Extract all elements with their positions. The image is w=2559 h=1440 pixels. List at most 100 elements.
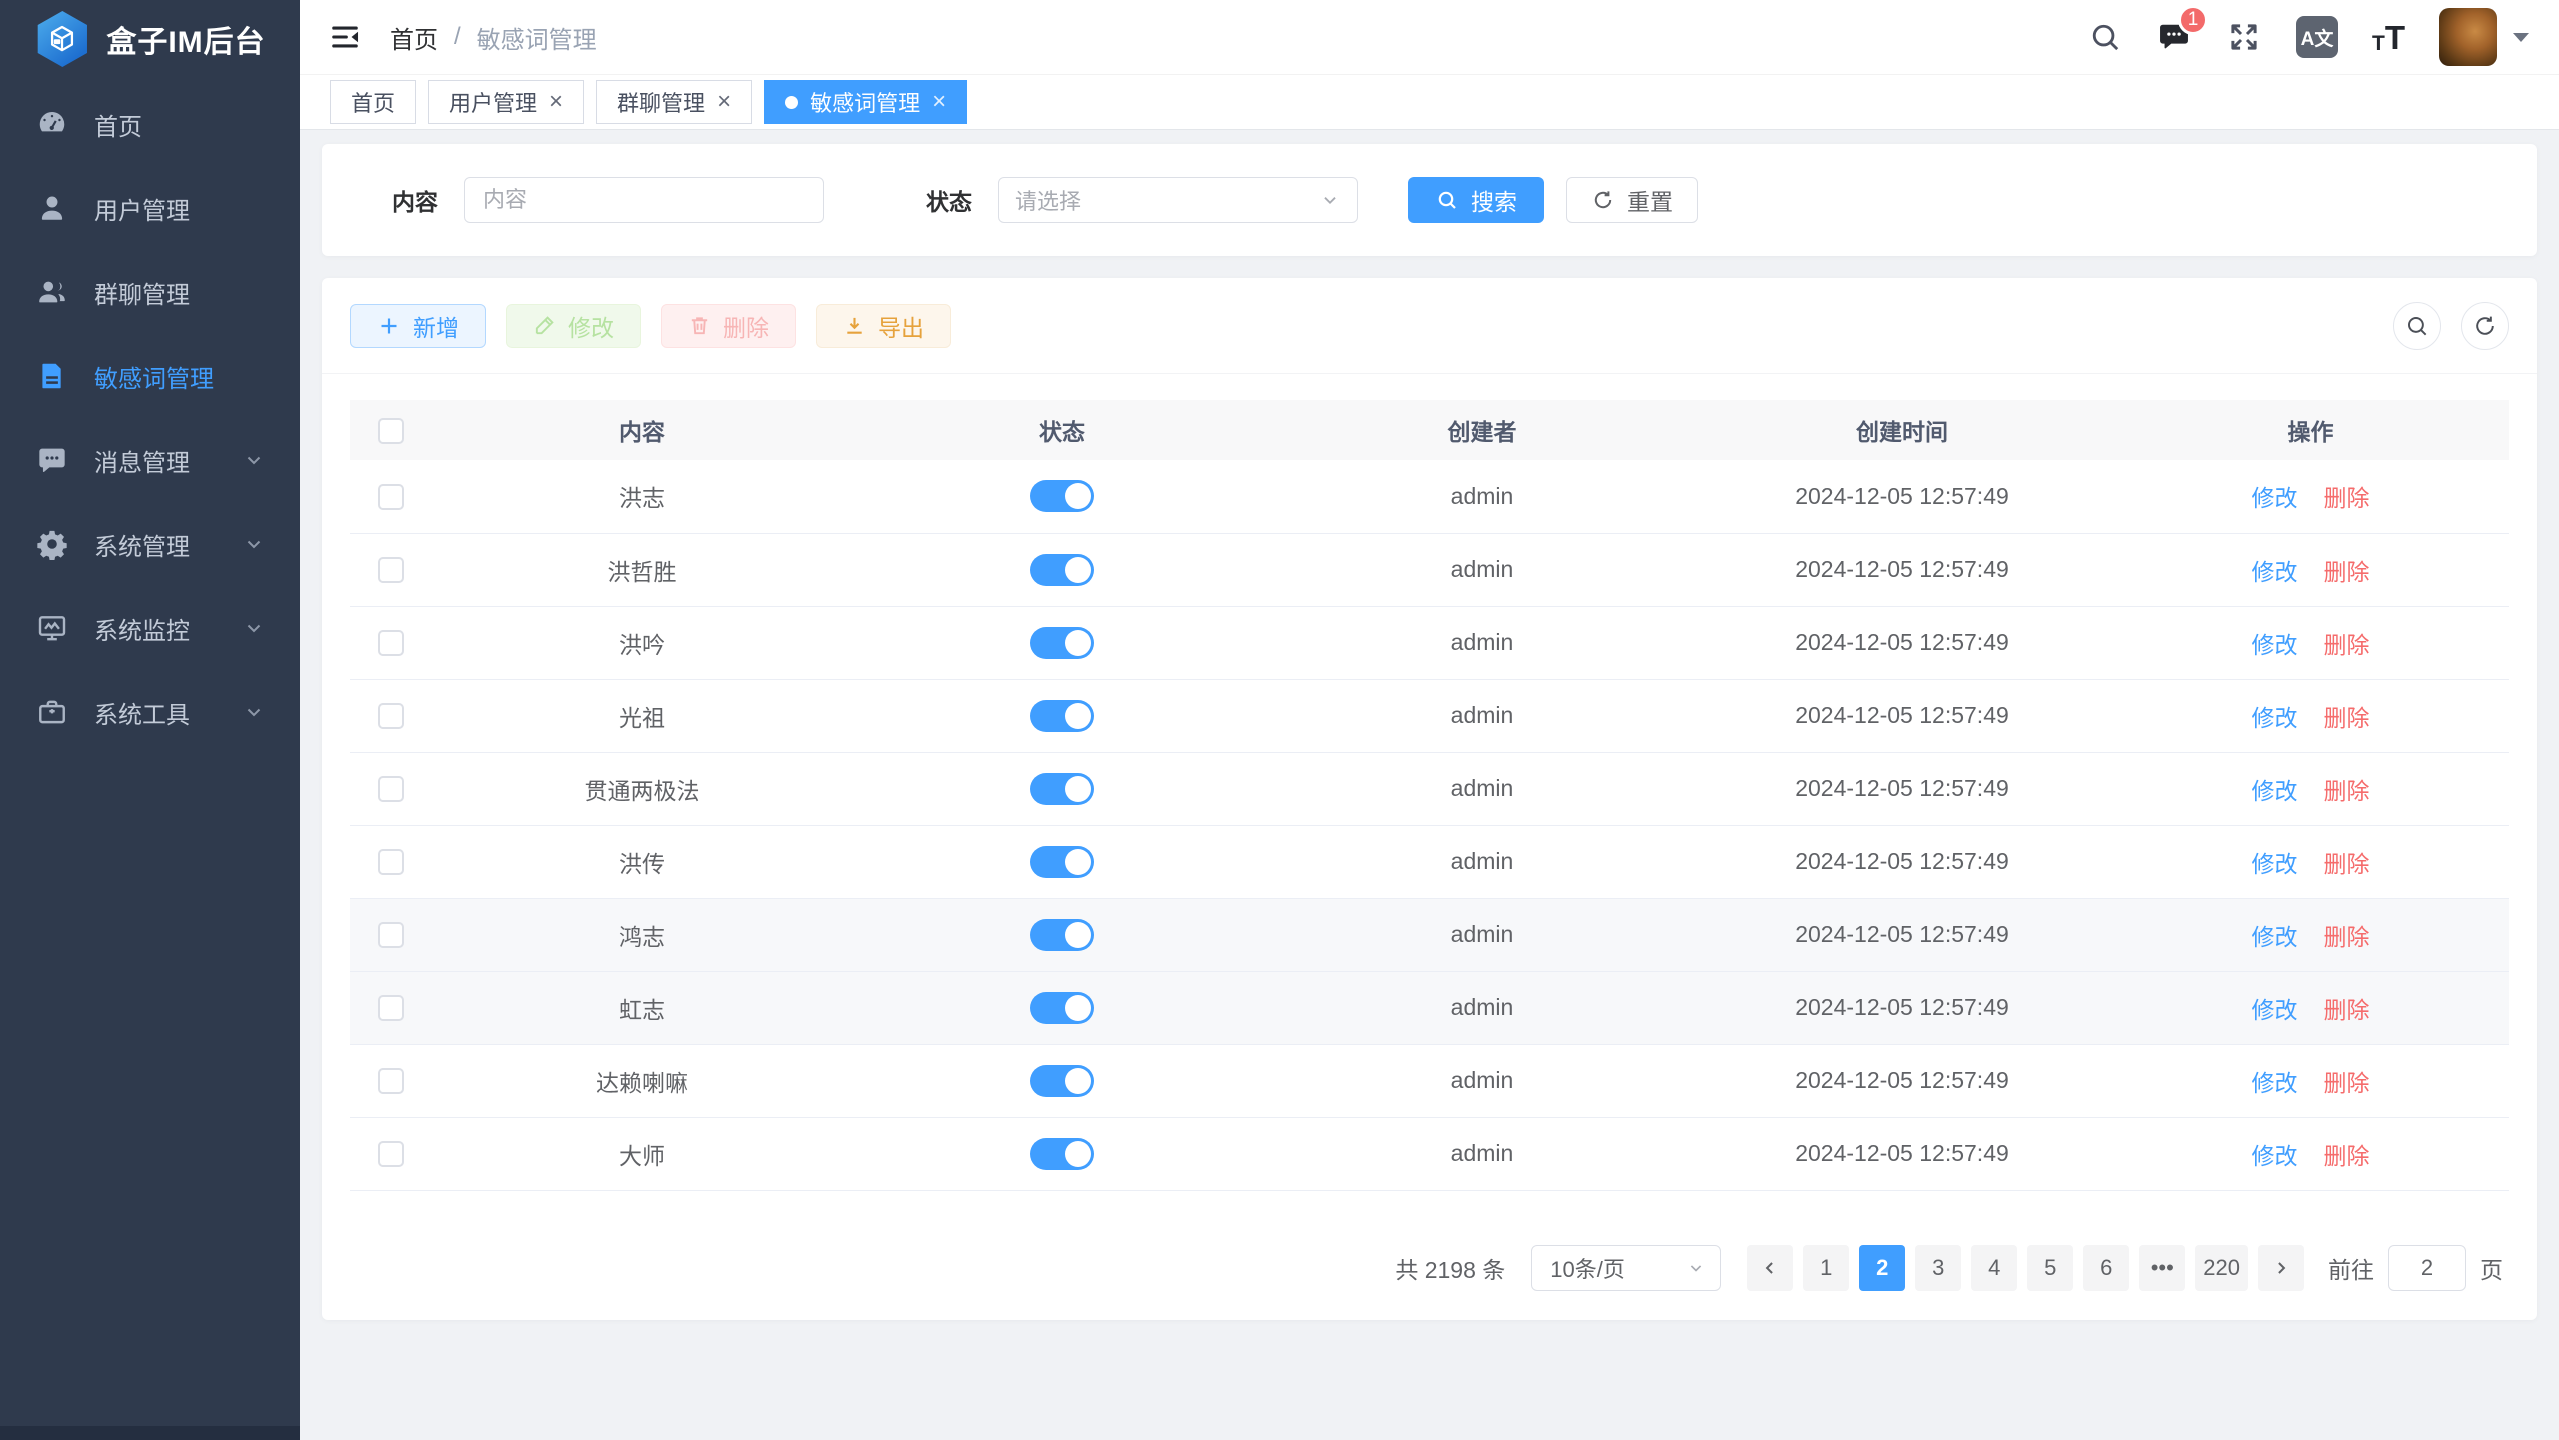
breadcrumb-home[interactable]: 首页 [390, 20, 438, 55]
edit-button[interactable]: 修改 [506, 304, 641, 348]
row-delete-link[interactable]: 删除 [2324, 705, 2370, 731]
status-toggle[interactable] [1030, 992, 1094, 1024]
edit-icon [533, 314, 556, 337]
cell-content: 洪传 [432, 825, 852, 898]
table-toolbar: 新增 修改 删除 导出 [322, 278, 2537, 374]
status-toggle[interactable] [1030, 700, 1094, 732]
status-toggle[interactable] [1030, 846, 1094, 878]
row-edit-link[interactable]: 修改 [2252, 485, 2298, 511]
row-delete-link[interactable]: 删除 [2324, 851, 2370, 877]
row-edit-link[interactable]: 修改 [2252, 778, 2298, 804]
close-icon[interactable]: × [717, 90, 731, 114]
page-button-active[interactable]: 2 [1859, 1245, 1905, 1291]
page-size-select[interactable]: 10条/页 [1531, 1245, 1721, 1291]
message-notification-icon[interactable]: 1 [2156, 19, 2192, 55]
row-delete-link[interactable]: 删除 [2324, 997, 2370, 1023]
sensitive-words-table: 内容 状态 创建者 创建时间 操作 洪志 admin 2024-12-05 12… [350, 400, 2509, 1191]
font-size-icon[interactable]: TT [2372, 21, 2405, 54]
row-checkbox[interactable] [378, 995, 404, 1021]
row-checkbox[interactable] [378, 922, 404, 948]
sidebar-fold-icon[interactable] [328, 20, 362, 54]
row-edit-link[interactable]: 修改 [2252, 559, 2298, 585]
status-toggle[interactable] [1030, 554, 1094, 586]
page-button[interactable]: 3 [1915, 1245, 1961, 1291]
search-icon[interactable] [2088, 20, 2122, 54]
status-toggle[interactable] [1030, 1138, 1094, 1170]
add-button[interactable]: 新增 [350, 304, 486, 348]
sidebar-item-messages[interactable]: 消息管理 [0, 418, 300, 502]
app-logo: 盒子IM后台 [0, 0, 300, 78]
next-page-button[interactable] [2258, 1245, 2304, 1291]
sidebar-item-system-tools[interactable]: 系统工具 [0, 670, 300, 754]
tab-sensitive-words[interactable]: 敏感词管理 × [764, 80, 967, 124]
status-toggle[interactable] [1030, 1065, 1094, 1097]
row-edit-link[interactable]: 修改 [2252, 997, 2298, 1023]
page-button[interactable]: 4 [1971, 1245, 2017, 1291]
page-button[interactable]: 6 [2083, 1245, 2129, 1291]
cell-creator: admin [1272, 825, 1692, 898]
row-edit-link[interactable]: 修改 [2252, 1070, 2298, 1096]
table-refresh-button[interactable] [2461, 302, 2509, 350]
row-edit-link[interactable]: 修改 [2252, 705, 2298, 731]
row-delete-link[interactable]: 删除 [2324, 1143, 2370, 1169]
tab-user-management[interactable]: 用户管理 × [428, 80, 584, 124]
row-checkbox[interactable] [378, 703, 404, 729]
close-icon[interactable]: × [932, 90, 946, 114]
page-button[interactable]: 5 [2027, 1245, 2073, 1291]
delete-button[interactable]: 删除 [661, 304, 796, 348]
row-delete-link[interactable]: 删除 [2324, 1070, 2370, 1096]
row-checkbox[interactable] [378, 1068, 404, 1094]
more-pages-button[interactable]: ••• [2139, 1245, 2185, 1291]
sidebar-item-groups[interactable]: 群聊管理 [0, 250, 300, 334]
status-toggle[interactable] [1030, 627, 1094, 659]
user-menu[interactable] [2439, 8, 2529, 66]
search-button[interactable]: 搜索 [1408, 177, 1544, 223]
table-row: 贯通两极法 admin 2024-12-05 12:57:49 修改删除 [350, 752, 2509, 825]
dashboard-icon [36, 108, 68, 140]
table-search-button[interactable] [2393, 302, 2441, 350]
tab-group-management[interactable]: 群聊管理 × [596, 80, 752, 124]
table-row: 洪志 admin 2024-12-05 12:57:49 修改删除 [350, 460, 2509, 533]
cell-created: 2024-12-05 12:57:49 [1692, 533, 2112, 606]
row-checkbox[interactable] [378, 1141, 404, 1167]
sidebar-item-home[interactable]: 首页 [0, 82, 300, 166]
reset-button[interactable]: 重置 [1566, 177, 1698, 223]
breadcrumb-current: 敏感词管理 [477, 20, 597, 55]
sidebar-collapse-bar[interactable] [0, 1426, 300, 1440]
row-edit-link[interactable]: 修改 [2252, 1143, 2298, 1169]
row-delete-link[interactable]: 删除 [2324, 632, 2370, 658]
row-checkbox[interactable] [378, 776, 404, 802]
row-delete-link[interactable]: 删除 [2324, 485, 2370, 511]
page-button-last[interactable]: 220 [2195, 1245, 2248, 1291]
status-toggle[interactable] [1030, 480, 1094, 512]
language-icon[interactable]: A文 [2296, 16, 2338, 58]
row-edit-link[interactable]: 修改 [2252, 924, 2298, 950]
sidebar-item-sensitive-words[interactable]: 敏感词管理 [0, 334, 300, 418]
sidebar-item-system-admin[interactable]: 系统管理 [0, 502, 300, 586]
fullscreen-icon[interactable] [2226, 19, 2262, 55]
row-checkbox[interactable] [378, 484, 404, 510]
row-delete-link[interactable]: 删除 [2324, 924, 2370, 950]
content-filter-input[interactable] [464, 177, 824, 223]
sidebar-item-users[interactable]: 用户管理 [0, 166, 300, 250]
prev-page-button[interactable] [1747, 1245, 1793, 1291]
row-delete-link[interactable]: 删除 [2324, 559, 2370, 585]
row-delete-link[interactable]: 删除 [2324, 778, 2370, 804]
row-checkbox[interactable] [378, 630, 404, 656]
row-checkbox[interactable] [378, 557, 404, 583]
row-edit-link[interactable]: 修改 [2252, 851, 2298, 877]
avatar[interactable] [2439, 8, 2497, 66]
status-toggle[interactable] [1030, 919, 1094, 951]
close-icon[interactable]: × [549, 90, 563, 114]
status-toggle[interactable] [1030, 773, 1094, 805]
row-checkbox[interactable] [378, 849, 404, 875]
goto-page-input[interactable] [2388, 1245, 2466, 1291]
page-button[interactable]: 1 [1803, 1245, 1849, 1291]
table-row: 光祖 admin 2024-12-05 12:57:49 修改删除 [350, 679, 2509, 752]
tab-home[interactable]: 首页 [330, 80, 416, 124]
select-all-checkbox[interactable] [378, 418, 404, 444]
sidebar-item-system-monitor[interactable]: 系统监控 [0, 586, 300, 670]
status-filter-select[interactable]: 请选择 [998, 177, 1358, 223]
export-button[interactable]: 导出 [816, 304, 951, 348]
row-edit-link[interactable]: 修改 [2252, 632, 2298, 658]
